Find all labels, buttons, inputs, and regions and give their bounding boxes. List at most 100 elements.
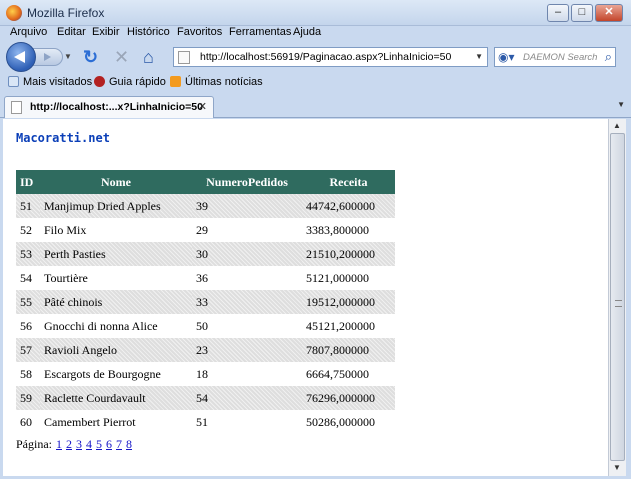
cell-id: 57 bbox=[16, 338, 40, 362]
tab-list-dropdown-icon[interactable]: ▼ bbox=[617, 100, 625, 109]
cell-numeropedidos: 39 bbox=[192, 194, 302, 218]
search-icon[interactable]: ⌕ bbox=[605, 49, 612, 65]
pager: Página: 1 2 3 4 5 6 7 8 bbox=[16, 437, 132, 452]
reload-icon[interactable]: ↻ bbox=[83, 47, 98, 67]
cell-nome: Manjimup Dried Apples bbox=[40, 194, 192, 218]
scrollbar-thumb[interactable] bbox=[610, 133, 625, 461]
pager-link-7[interactable]: 7 bbox=[116, 437, 122, 451]
menu-ferramentas[interactable]: Ferramentas bbox=[229, 26, 291, 38]
menu-editar[interactable]: Editar bbox=[57, 26, 86, 38]
search-input[interactable]: DAEMON Search bbox=[523, 52, 597, 63]
url-dropdown-icon[interactable]: ▼ bbox=[475, 52, 483, 61]
scroll-up-arrow-icon[interactable]: ▲ bbox=[613, 121, 621, 130]
bookmark-label: Mais visitados bbox=[23, 76, 93, 88]
page-icon bbox=[178, 51, 190, 64]
column-header-numeropedidos: NumeroPedidos bbox=[192, 170, 302, 194]
site-title: Macoratti.net bbox=[16, 131, 110, 145]
menu-historico[interactable]: Histórico bbox=[127, 26, 170, 38]
firefox-bookmark-icon bbox=[94, 76, 105, 87]
cell-nome: Camembert Pierrot bbox=[44, 414, 136, 429]
cell-id: 51 bbox=[16, 194, 40, 218]
cell-numeropedidos: 54 bbox=[192, 386, 302, 410]
close-tab-icon[interactable]: ✕ bbox=[198, 100, 207, 113]
cell-receita: 44742,600000 bbox=[302, 194, 395, 218]
pager-link-6[interactable]: 6 bbox=[106, 437, 112, 451]
tab-title: http://localhost:...x?LinhaInicio=50 bbox=[30, 101, 203, 113]
title-bar: Mozilla Firefox – □ ✕ bbox=[0, 0, 631, 26]
home-icon[interactable]: ⌂ bbox=[143, 47, 154, 67]
page-icon bbox=[11, 101, 22, 114]
search-bar[interactable]: ◉▾ DAEMON Search ⌕ bbox=[494, 47, 616, 67]
bookmark-mais-visitados[interactable]: Mais visitados bbox=[8, 76, 92, 88]
menu-favoritos[interactable]: Favoritos bbox=[177, 26, 222, 38]
cell-numeropedidos: 33 bbox=[192, 290, 302, 314]
scrollbar-grip-icon bbox=[615, 300, 622, 307]
cell-receita: 19512,000000 bbox=[302, 290, 395, 314]
forward-button[interactable] bbox=[33, 48, 63, 66]
history-dropdown-icon[interactable]: ▼ bbox=[64, 52, 72, 61]
tab-current[interactable]: http://localhost:...x?LinhaInicio=50 ✕ bbox=[4, 96, 214, 118]
cell-numeropedidos: 51 bbox=[196, 414, 208, 429]
table-row: 52 Filo Mix 29 3383,800000 bbox=[16, 218, 395, 242]
cell-numeropedidos: 18 bbox=[196, 366, 208, 381]
window-title: Mozilla Firefox bbox=[27, 6, 105, 20]
pager-link-2[interactable]: 2 bbox=[66, 437, 72, 451]
cell-nome: Filo Mix bbox=[44, 222, 87, 237]
cell-receita: 45121,200000 bbox=[306, 318, 375, 333]
cell-nome: Ravioli Angelo bbox=[40, 338, 192, 362]
pager-label: Página: bbox=[16, 437, 52, 451]
table-header-row: ID Nome NumeroPedidos Receita bbox=[16, 170, 395, 194]
bookmarks-toolbar: Mais visitados Guia rápido Últimas notíc… bbox=[0, 74, 631, 92]
cell-receita: 7807,800000 bbox=[302, 338, 395, 362]
bookmark-ultimas-noticias[interactable]: Últimas notícias bbox=[170, 76, 263, 88]
page-content: Macoratti.net ID Nome NumeroPedidos Rece… bbox=[3, 119, 608, 476]
rss-feed-icon bbox=[170, 76, 181, 87]
window-right-border bbox=[626, 119, 631, 479]
url-bar[interactable]: http://localhost:56919/Paginacao.aspx?Li… bbox=[173, 47, 488, 67]
cell-nome: Gnocchi di nonna Alice bbox=[44, 318, 158, 333]
menu-arquivo[interactable]: Arquivo bbox=[10, 26, 47, 38]
cell-id: 56 bbox=[20, 318, 32, 333]
maximize-button[interactable]: □ bbox=[571, 4, 593, 22]
search-engine-icon[interactable]: ◉▾ bbox=[498, 50, 515, 64]
navigation-toolbar: ▼ ↻ ✕ ⌂ http://localhost:56919/Paginacao… bbox=[0, 41, 631, 72]
table-row: 51 Manjimup Dried Apples 39 44742,600000 bbox=[16, 194, 395, 218]
pager-link-1[interactable]: 1 bbox=[56, 437, 62, 451]
pager-link-3[interactable]: 3 bbox=[76, 437, 82, 451]
menu-exibir[interactable]: Exibir bbox=[92, 26, 120, 38]
cell-nome: Raclette Courdavault bbox=[40, 386, 192, 410]
pager-link-8[interactable]: 8 bbox=[126, 437, 132, 451]
cell-numeropedidos: 23 bbox=[192, 338, 302, 362]
cell-id: 52 bbox=[20, 222, 32, 237]
cell-id: 55 bbox=[16, 290, 40, 314]
bookmark-guia-rapido[interactable]: Guia rápido bbox=[94, 76, 166, 88]
cell-receita: 21510,200000 bbox=[302, 242, 395, 266]
cell-numeropedidos: 50 bbox=[196, 318, 208, 333]
stop-icon[interactable]: ✕ bbox=[114, 47, 129, 67]
vertical-scrollbar[interactable]: ▲ ▼ bbox=[608, 119, 626, 476]
cell-numeropedidos: 36 bbox=[196, 270, 208, 285]
cell-receita: 3383,800000 bbox=[306, 222, 369, 237]
cell-receita: 6664,750000 bbox=[306, 366, 369, 381]
table-row: 53 Perth Pasties 30 21510,200000 bbox=[16, 242, 395, 266]
table-row: 55 Pâté chinois 33 19512,000000 bbox=[16, 290, 395, 314]
minimize-button[interactable]: – bbox=[547, 4, 569, 22]
pager-link-5[interactable]: 5 bbox=[96, 437, 102, 451]
menu-ajuda[interactable]: Ajuda bbox=[293, 26, 321, 38]
close-button[interactable]: ✕ bbox=[595, 4, 623, 22]
table-row: 59 Raclette Courdavault 54 76296,000000 bbox=[16, 386, 395, 410]
cell-id: 54 bbox=[20, 270, 32, 285]
table-row: 56 Gnocchi di nonna Alice 50 45121,20000… bbox=[16, 314, 395, 338]
cell-receita: 5121,000000 bbox=[306, 270, 369, 285]
cell-numeropedidos: 30 bbox=[192, 242, 302, 266]
pager-link-4[interactable]: 4 bbox=[86, 437, 92, 451]
menu-bar: Arquivo Editar Exibir Histórico Favorito… bbox=[0, 26, 631, 40]
bookmark-icon bbox=[8, 76, 19, 87]
url-text[interactable]: http://localhost:56919/Paginacao.aspx?Li… bbox=[200, 51, 451, 63]
back-button[interactable] bbox=[6, 42, 36, 72]
scroll-down-arrow-icon[interactable]: ▼ bbox=[613, 463, 621, 472]
data-grid: ID Nome NumeroPedidos Receita 51 Manjimu… bbox=[16, 170, 395, 434]
bookmark-label: Guia rápido bbox=[109, 76, 166, 88]
column-header-nome: Nome bbox=[40, 170, 192, 194]
cell-id: 53 bbox=[16, 242, 40, 266]
